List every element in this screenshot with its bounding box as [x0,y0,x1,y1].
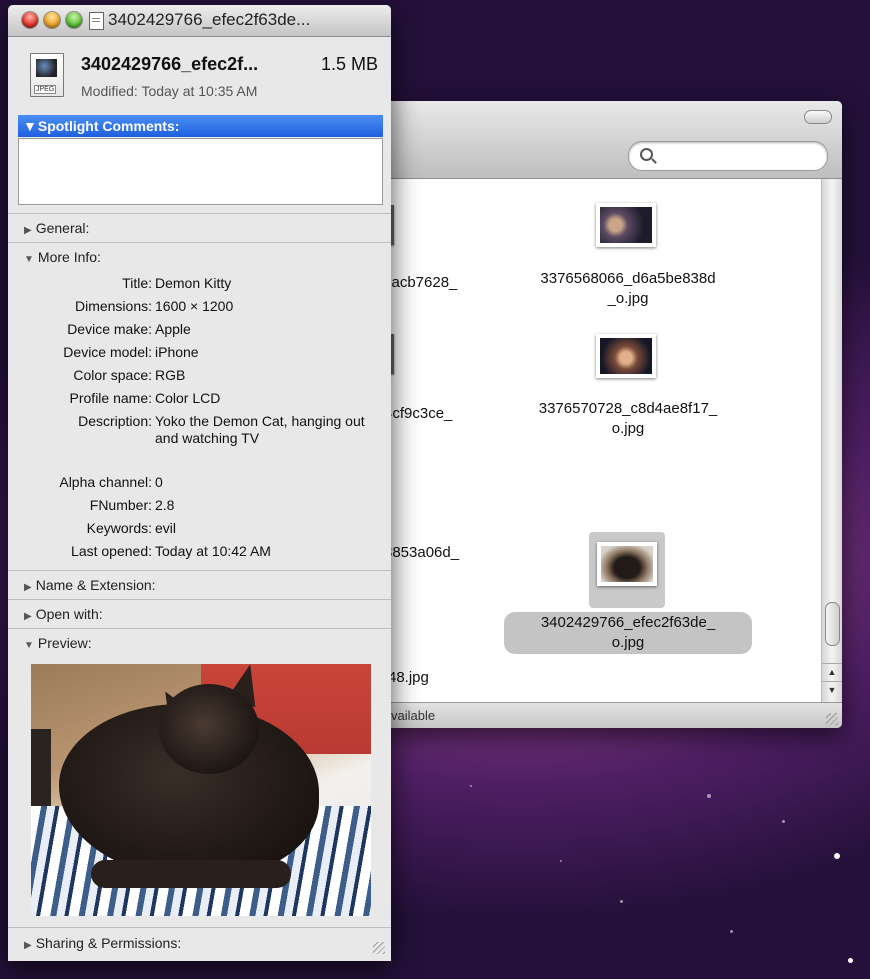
file-name-line: 3376568066_d6a5be838d [540,270,716,287]
file-name-line: o.jpg [611,420,645,437]
minimize-button[interactable] [44,12,60,28]
file-size: 1.5 MB [320,54,378,74]
photo-thumbnail-image [601,546,653,582]
disclosure-open-icon: ▼ [24,254,34,265]
modified-date: Modified: Today at 10:35 AM [81,83,258,99]
finder-window: cacb7628_ 4cf9c3ce_ 3853a06d_ 48.jpg 337… [378,101,842,728]
photo-thumbnail-image [600,207,652,243]
section-label: Sharing & Permissions: [35,935,182,951]
search-field[interactable] [628,141,828,171]
section-label: Open with: [35,606,103,622]
file-name-line: o.jpg [611,634,645,651]
vertical-scrollbar[interactable]: ▲ ▼ [821,179,842,702]
spotlight-comments-label: Spotlight Comments: [37,118,180,134]
file-item-selected[interactable]: 3402429766_efec2f63de_ o.jpg [504,613,752,653]
file-item[interactable]: 3376568066_d6a5be838d _o.jpg [504,269,752,309]
scroll-up-arrow-icon[interactable]: ▲ [822,663,842,680]
file-thumbnail[interactable] [596,334,656,378]
section-general[interactable]: ▶ General: [8,213,391,242]
file-label-partial[interactable]: 48.jpg [388,668,429,688]
resize-grip-icon[interactable] [373,942,385,954]
disclosure-open-icon: ▼ [23,118,37,134]
jpeg-file-icon: JPEG [30,53,64,97]
toolbar-toggle-button[interactable] [804,110,832,124]
disclosure-closed-icon: ▶ [24,611,32,622]
status-text: vailable [391,708,436,723]
section-open-with[interactable]: ▶ Open with: [8,599,391,628]
file-summary-header: JPEG 3402429766_efec2f... 1.5 MB Modifie… [8,37,391,109]
section-label: General: [35,220,90,236]
disclosure-open-icon: ▼ [24,640,34,651]
file-label-partial[interactable]: 4cf9c3ce_ [384,404,452,424]
get-info-window: 3402429766_efec2f63de... JPEG 3402429766… [8,5,391,961]
preview-image [31,664,371,916]
file-thumbnail-selected[interactable] [597,542,657,586]
scroll-down-arrow-icon[interactable]: ▼ [822,681,842,698]
section-more-info[interactable]: ▼ More Info: [8,242,391,271]
zoom-button[interactable] [66,12,82,28]
disclosure-closed-icon: ▶ [24,225,32,236]
file-browser: cacb7628_ 4cf9c3ce_ 3853a06d_ 48.jpg 337… [378,179,822,702]
file-name: 3402429766_efec2f... [81,54,259,74]
title-bar[interactable]: 3402429766_efec2f63de... [8,5,391,37]
file-thumbnail[interactable] [596,203,656,247]
resize-grip-icon[interactable] [826,713,838,725]
finder-toolbar [378,101,842,179]
window-title: 3402429766_efec2f63de... [108,10,311,29]
section-preview[interactable]: ▼ Preview: [8,628,391,657]
close-button[interactable] [22,12,38,28]
section-label: Name & Extension: [35,577,156,593]
spotlight-comments-field[interactable] [18,138,383,205]
section-name-extension[interactable]: ▶ Name & Extension: [8,570,391,599]
file-label-partial[interactable]: cacb7628_ [384,273,457,293]
section-label: Preview: [37,635,92,651]
section-sharing-permissions[interactable]: ▶ Sharing & Permissions: [8,927,391,960]
file-name-line: _o.jpg [607,290,649,307]
photo-thumbnail-image [600,338,652,374]
scrollbar-thumb[interactable] [825,602,840,646]
file-name-line: 3402429766_efec2f63de_ [540,614,716,631]
search-icon [640,148,653,161]
spotlight-comments-header[interactable]: ▼Spotlight Comments: [18,115,383,137]
disclosure-closed-icon: ▶ [24,582,32,593]
file-name-line: 3376570728_c8d4ae8f17_ [538,400,718,417]
document-proxy-icon[interactable] [89,12,104,30]
file-item[interactable]: 3376570728_c8d4ae8f17_ o.jpg [504,399,752,439]
disclosure-closed-icon: ▶ [24,940,32,951]
section-label: More Info: [37,249,101,265]
status-bar: vailable [378,702,842,728]
file-label-partial[interactable]: 3853a06d_ [384,543,459,563]
